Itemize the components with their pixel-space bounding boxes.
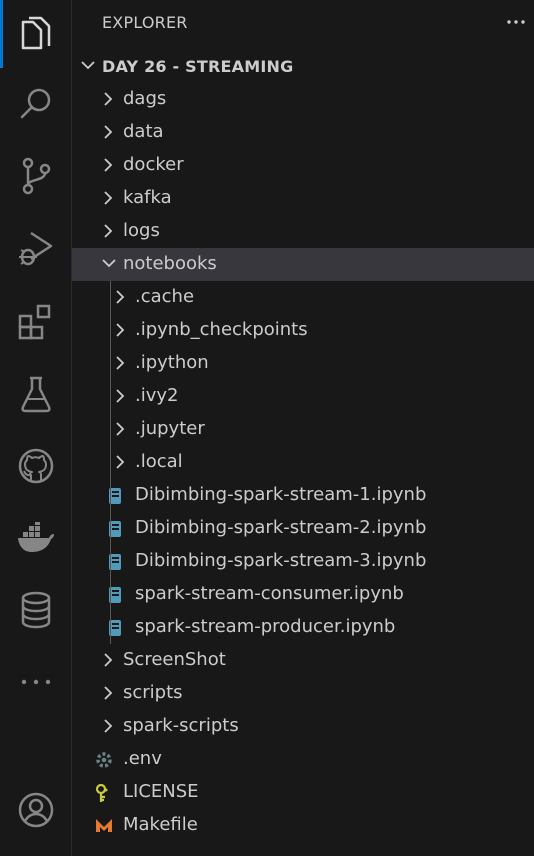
chevron-down-icon — [81, 61, 95, 70]
chevron-right-icon — [101, 124, 117, 144]
tree-item-screenshot[interactable]: ScreenShot — [72, 644, 534, 677]
tree-item-label: dags — [123, 88, 167, 109]
search-icon[interactable] — [0, 74, 71, 134]
tree-item-label: scripts — [123, 682, 183, 703]
chevron-right-icon — [101, 718, 117, 738]
tree-item-label: .local — [135, 451, 183, 472]
explorer-icon[interactable] — [0, 4, 71, 64]
source-control-icon[interactable] — [0, 146, 71, 206]
ellipsis-icon — [507, 20, 525, 24]
tree-item-ivy2[interactable]: .ivy2 — [72, 380, 534, 413]
github-icon[interactable] — [0, 436, 71, 496]
tree-item-dibimbing-spark-stream-3-ipynb[interactable]: Dibimbing-spark-stream-3.ipynb — [72, 545, 534, 578]
tree-item-spark-scripts[interactable]: spark-scripts — [72, 710, 534, 743]
chevron-right-icon — [101, 190, 117, 210]
workspace-title: DAY 26 - STREAMING — [102, 57, 294, 76]
tree-item-scripts[interactable]: scripts — [72, 677, 534, 710]
activity-bar — [0, 0, 72, 856]
tree-item-label: .cache — [135, 286, 195, 307]
more-actions-button[interactable] — [502, 10, 530, 34]
tree-item-kafka[interactable]: kafka — [72, 182, 534, 215]
chevron-right-icon — [101, 91, 117, 111]
tree-item-spark-stream-consumer-ipynb[interactable]: spark-stream-consumer.ipynb — [72, 578, 534, 611]
tree-item-label: docker — [123, 154, 184, 175]
chevron-right-icon — [113, 421, 129, 441]
tree-item-notebooks[interactable]: notebooks — [72, 248, 534, 281]
tree-item-logs[interactable]: logs — [72, 215, 534, 248]
more-icon[interactable] — [0, 652, 71, 712]
tree-item-label: .ipynb_checkpoints — [135, 319, 308, 340]
makefile-icon — [95, 817, 113, 837]
tree-item-label: .jupyter — [135, 418, 205, 439]
testing-icon[interactable] — [0, 364, 71, 424]
tree-item-label: ScreenShot — [123, 649, 226, 670]
chevron-right-icon — [101, 157, 117, 177]
tree-item-data[interactable]: data — [72, 116, 534, 149]
tree-item-label: data — [123, 121, 164, 142]
tree-item-label: .env — [123, 748, 162, 769]
workspace-section-header[interactable]: DAY 26 - STREAMING — [72, 52, 534, 80]
tree-item-spark-stream-producer-ipynb[interactable]: spark-stream-producer.ipynb — [72, 611, 534, 644]
tree-item-label: LICENSE — [123, 781, 199, 802]
tree-item-license[interactable]: LICENSE — [72, 776, 534, 809]
tree-item-label: .ivy2 — [135, 385, 179, 406]
tree-item-label: spark-scripts — [123, 715, 239, 736]
indent-guide — [110, 281, 111, 644]
tree-item-label: spark-stream-producer.ipynb — [135, 616, 396, 637]
tree-item-label: Dibimbing-spark-stream-2.ipynb — [135, 517, 427, 538]
account-icon[interactable] — [0, 780, 71, 840]
chevron-right-icon — [113, 454, 129, 474]
tree-item-cache[interactable]: .cache — [72, 281, 534, 314]
tree-item-docker[interactable]: docker — [72, 149, 534, 182]
tree-item-ipynb-checkpoints[interactable]: .ipynb_checkpoints — [72, 314, 534, 347]
run-debug-icon[interactable] — [0, 218, 71, 278]
tree-item-label: Dibimbing-spark-stream-3.ipynb — [135, 550, 427, 571]
chevron-right-icon — [113, 388, 129, 408]
tree-item-label: Dibimbing-spark-stream-1.ipynb — [135, 484, 427, 505]
chevron-right-icon — [101, 685, 117, 705]
chevron-right-icon — [101, 223, 117, 243]
tree-item-label: .ipython — [135, 352, 209, 373]
explorer-title: EXPLORER — [102, 13, 188, 32]
tree-item-label: spark-stream-consumer.ipynb — [135, 583, 404, 604]
license-key-icon — [95, 783, 111, 808]
tree-item-ipython[interactable]: .ipython — [72, 347, 534, 380]
tree-item-label: logs — [123, 220, 160, 241]
docker-icon[interactable] — [0, 508, 71, 568]
tree-item-dags[interactable]: dags — [72, 83, 534, 116]
tree-item-makefile[interactable]: Makefile — [72, 809, 534, 842]
explorer-sidebar: EXPLORER DAY 26 - STREAMING dags data dock… — [72, 0, 534, 856]
chevron-right-icon — [113, 355, 129, 375]
tree-item-label: Makefile — [123, 814, 198, 835]
chevron-down-icon — [101, 256, 117, 276]
chevron-right-icon — [101, 652, 117, 672]
tree-item-local[interactable]: .local — [72, 446, 534, 479]
tree-item-env[interactable]: .env — [72, 743, 534, 776]
chevron-right-icon — [113, 289, 129, 309]
gear-icon — [95, 751, 113, 773]
chevron-right-icon — [113, 322, 129, 342]
tree-item-dibimbing-spark-stream-2-ipynb[interactable]: Dibimbing-spark-stream-2.ipynb — [72, 512, 534, 545]
tree-item-dibimbing-spark-stream-1-ipynb[interactable]: Dibimbing-spark-stream-1.ipynb — [72, 479, 534, 512]
tree-item-label: notebooks — [123, 253, 217, 274]
database-icon[interactable] — [0, 580, 71, 640]
extensions-icon[interactable] — [0, 292, 71, 352]
tree-item-label: kafka — [123, 187, 172, 208]
tree-item-jupyter[interactable]: .jupyter — [72, 413, 534, 446]
vscode-window: EXPLORER DAY 26 - STREAMING dags data dock… — [0, 0, 534, 856]
